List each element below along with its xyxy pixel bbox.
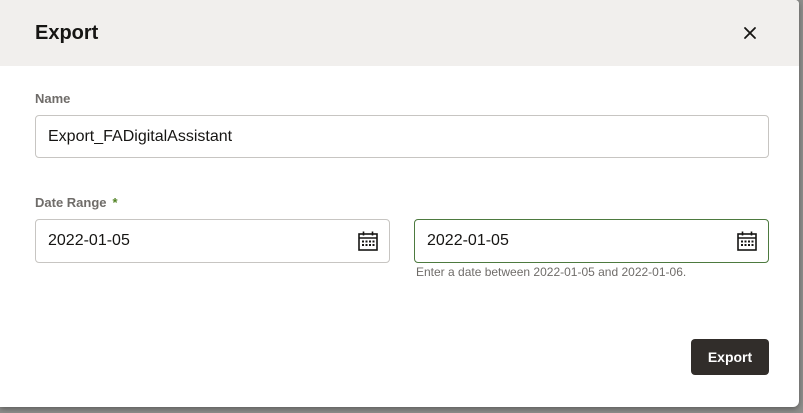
date-to-input[interactable]: 2022-01-05 <box>414 219 769 263</box>
date-range-label: Date Range * <box>35 195 118 211</box>
date-from-value: 2022-01-05 <box>48 232 130 249</box>
calendar-icon[interactable] <box>736 230 758 252</box>
close-button[interactable] <box>736 19 764 47</box>
dialog-header: Export <box>0 0 799 66</box>
date-to-value: 2022-01-05 <box>427 232 509 249</box>
date-from-input[interactable]: 2022-01-05 <box>35 219 390 263</box>
date-helper-text: Enter a date between 2022-01-05 and 2022… <box>416 265 687 279</box>
name-input[interactable] <box>35 115 769 158</box>
required-indicator: * <box>112 195 118 210</box>
calendar-icon[interactable] <box>357 230 379 252</box>
export-dialog: Export Name Date Range * 2022-01-05 2022-… <box>0 0 799 407</box>
export-button[interactable]: Export <box>691 339 769 375</box>
close-icon <box>744 27 756 39</box>
dialog-title: Export <box>35 22 99 44</box>
date-range-label-text: Date Range <box>35 195 107 210</box>
name-label: Name <box>35 91 71 106</box>
